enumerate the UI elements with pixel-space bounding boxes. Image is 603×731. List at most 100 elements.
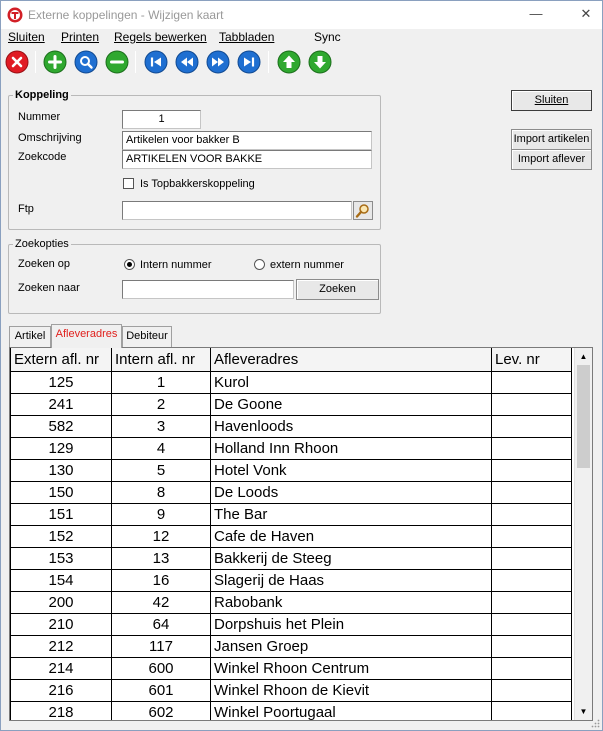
column-header-intern-afl-nr[interactable]: Intern afl. nr <box>111 348 211 372</box>
toolbar-next-button[interactable] <box>206 50 230 74</box>
table-cell[interactable] <box>491 612 572 636</box>
table-row[interactable]: 216 601 Winkel Rhoon de Kievit <box>10 678 572 702</box>
toolbar-add-button[interactable] <box>43 50 67 74</box>
ftp-browse-button[interactable] <box>353 201 373 220</box>
table-cell[interactable]: 13 <box>111 546 211 570</box>
table-row[interactable]: 241 2 De Goone <box>10 392 572 416</box>
table-cell[interactable]: 210 <box>10 612 112 636</box>
table-cell[interactable]: 16 <box>111 568 211 592</box>
table-cell[interactable] <box>491 502 572 526</box>
table-cell[interactable]: Winkel Rhoon Centrum <box>210 656 492 680</box>
scrollbar-thumb[interactable] <box>577 365 590 468</box>
table-cell[interactable]: 2 <box>111 392 211 416</box>
toolbar-last-button[interactable] <box>237 50 261 74</box>
toolbar-search-button[interactable] <box>74 50 98 74</box>
import-artikelen-button[interactable]: Import artikelen <box>511 129 592 150</box>
table-row[interactable]: 129 4 Holland Inn Rhoon <box>10 436 572 460</box>
title-bar[interactable]: Externe koppelingen - Wijzigen kaart — ✕ <box>1 1 602 29</box>
toolbar-sync-up-button[interactable] <box>277 50 301 74</box>
table-cell[interactable]: 154 <box>10 568 112 592</box>
vertical-scrollbar[interactable]: ▲ ▼ <box>574 348 592 720</box>
table-cell[interactable]: 130 <box>10 458 112 482</box>
table-row[interactable]: 218 602 Winkel Poortugaal <box>10 700 572 720</box>
zoekcode-field[interactable]: ARTIKELEN VOOR BAKKE <box>122 150 372 169</box>
tab-debiteur[interactable]: Debiteur <box>122 326 172 347</box>
table-cell[interactable]: 212 <box>10 634 112 658</box>
table-row[interactable]: 153 13 Bakkerij de Steeg <box>10 546 572 570</box>
table-cell[interactable] <box>491 656 572 680</box>
zoeken-naar-field[interactable] <box>122 280 294 299</box>
table-cell[interactable]: Hotel Vonk <box>210 458 492 482</box>
table-cell[interactable]: 12 <box>111 524 211 548</box>
intern-nummer-radio[interactable] <box>124 259 135 270</box>
minimize-button[interactable]: — <box>526 5 546 23</box>
table-cell[interactable]: 151 <box>10 502 112 526</box>
table-cell[interactable]: 601 <box>111 678 211 702</box>
table-cell[interactable]: 5 <box>111 458 211 482</box>
table-row[interactable]: 582 3 Havenloods <box>10 414 572 438</box>
tab-afleveradres[interactable]: Afleveradres <box>51 324 122 348</box>
table-cell[interactable]: Havenloods <box>210 414 492 438</box>
table-cell[interactable]: 3 <box>111 414 211 438</box>
table-cell[interactable]: Kurol <box>210 370 492 394</box>
column-header-afleveradres[interactable]: Afleveradres <box>210 348 492 372</box>
table-cell[interactable] <box>491 524 572 548</box>
table-cell[interactable] <box>491 480 572 504</box>
table-cell[interactable] <box>491 700 572 720</box>
table-cell[interactable] <box>491 590 572 614</box>
toolbar-first-button[interactable] <box>144 50 168 74</box>
table-row[interactable]: 214 600 Winkel Rhoon Centrum <box>10 656 572 680</box>
table-cell[interactable]: 602 <box>111 700 211 720</box>
table-cell[interactable] <box>491 634 572 658</box>
table-cell[interactable]: 64 <box>111 612 211 636</box>
table-cell[interactable]: 214 <box>10 656 112 680</box>
table-cell[interactable]: 153 <box>10 546 112 570</box>
menu-sync[interactable]: Sync <box>314 30 341 44</box>
zoeken-button[interactable]: Zoeken <box>296 279 379 300</box>
table-row[interactable]: 210 64 Dorpshuis het Plein <box>10 612 572 636</box>
toolbar-close-button[interactable] <box>5 50 29 74</box>
menu-tabbladen[interactable]: Tabbladen <box>219 30 274 44</box>
menu-printen[interactable]: Printen <box>61 30 99 44</box>
table-cell[interactable]: Winkel Poortugaal <box>210 700 492 720</box>
import-aflever-button[interactable]: Import aflever <box>511 149 592 170</box>
table-cell[interactable] <box>491 458 572 482</box>
table-cell[interactable]: 4 <box>111 436 211 460</box>
table-cell[interactable]: 582 <box>10 414 112 438</box>
table-row[interactable]: 130 5 Hotel Vonk <box>10 458 572 482</box>
sluiten-button[interactable]: Sluiten <box>511 90 592 111</box>
table-row[interactable]: 212 117 Jansen Groep <box>10 634 572 658</box>
table-cell[interactable]: 8 <box>111 480 211 504</box>
table-cell[interactable]: 600 <box>111 656 211 680</box>
table-row[interactable]: 150 8 De Loods <box>10 480 572 504</box>
table-cell[interactable]: Rabobank <box>210 590 492 614</box>
table-cell[interactable] <box>491 546 572 570</box>
table-cell[interactable] <box>491 436 572 460</box>
table-cell[interactable]: Bakkerij de Steeg <box>210 546 492 570</box>
table-cell[interactable]: 218 <box>10 700 112 720</box>
toolbar-sync-down-button[interactable] <box>308 50 332 74</box>
table-cell[interactable] <box>491 370 572 394</box>
table-cell[interactable]: Holland Inn Rhoon <box>210 436 492 460</box>
ftp-field[interactable] <box>122 201 352 220</box>
table-cell[interactable]: 1 <box>111 370 211 394</box>
table-cell[interactable]: 216 <box>10 678 112 702</box>
table-cell[interactable]: 117 <box>111 634 211 658</box>
table-cell[interactable] <box>491 392 572 416</box>
table-cell[interactable] <box>491 568 572 592</box>
table-cell[interactable]: 42 <box>111 590 211 614</box>
table-cell[interactable]: 9 <box>111 502 211 526</box>
table-cell[interactable]: 129 <box>10 436 112 460</box>
menu-regels-bewerken[interactable]: Regels bewerken <box>114 30 207 44</box>
table-cell[interactable]: Slagerij de Haas <box>210 568 492 592</box>
table-cell[interactable]: De Loods <box>210 480 492 504</box>
column-header-extern-afl-nr[interactable]: Extern afl. nr <box>10 348 112 372</box>
table-cell[interactable]: Jansen Groep <box>210 634 492 658</box>
omschrijving-field[interactable]: Artikelen voor bakker B <box>122 131 372 150</box>
table-cell[interactable]: 125 <box>10 370 112 394</box>
table-row[interactable]: 154 16 Slagerij de Haas <box>10 568 572 592</box>
table-cell[interactable]: 241 <box>10 392 112 416</box>
extern-nummer-radio[interactable] <box>254 259 265 270</box>
table-cell[interactable] <box>491 678 572 702</box>
table-row[interactable]: 151 9 The Bar <box>10 502 572 526</box>
